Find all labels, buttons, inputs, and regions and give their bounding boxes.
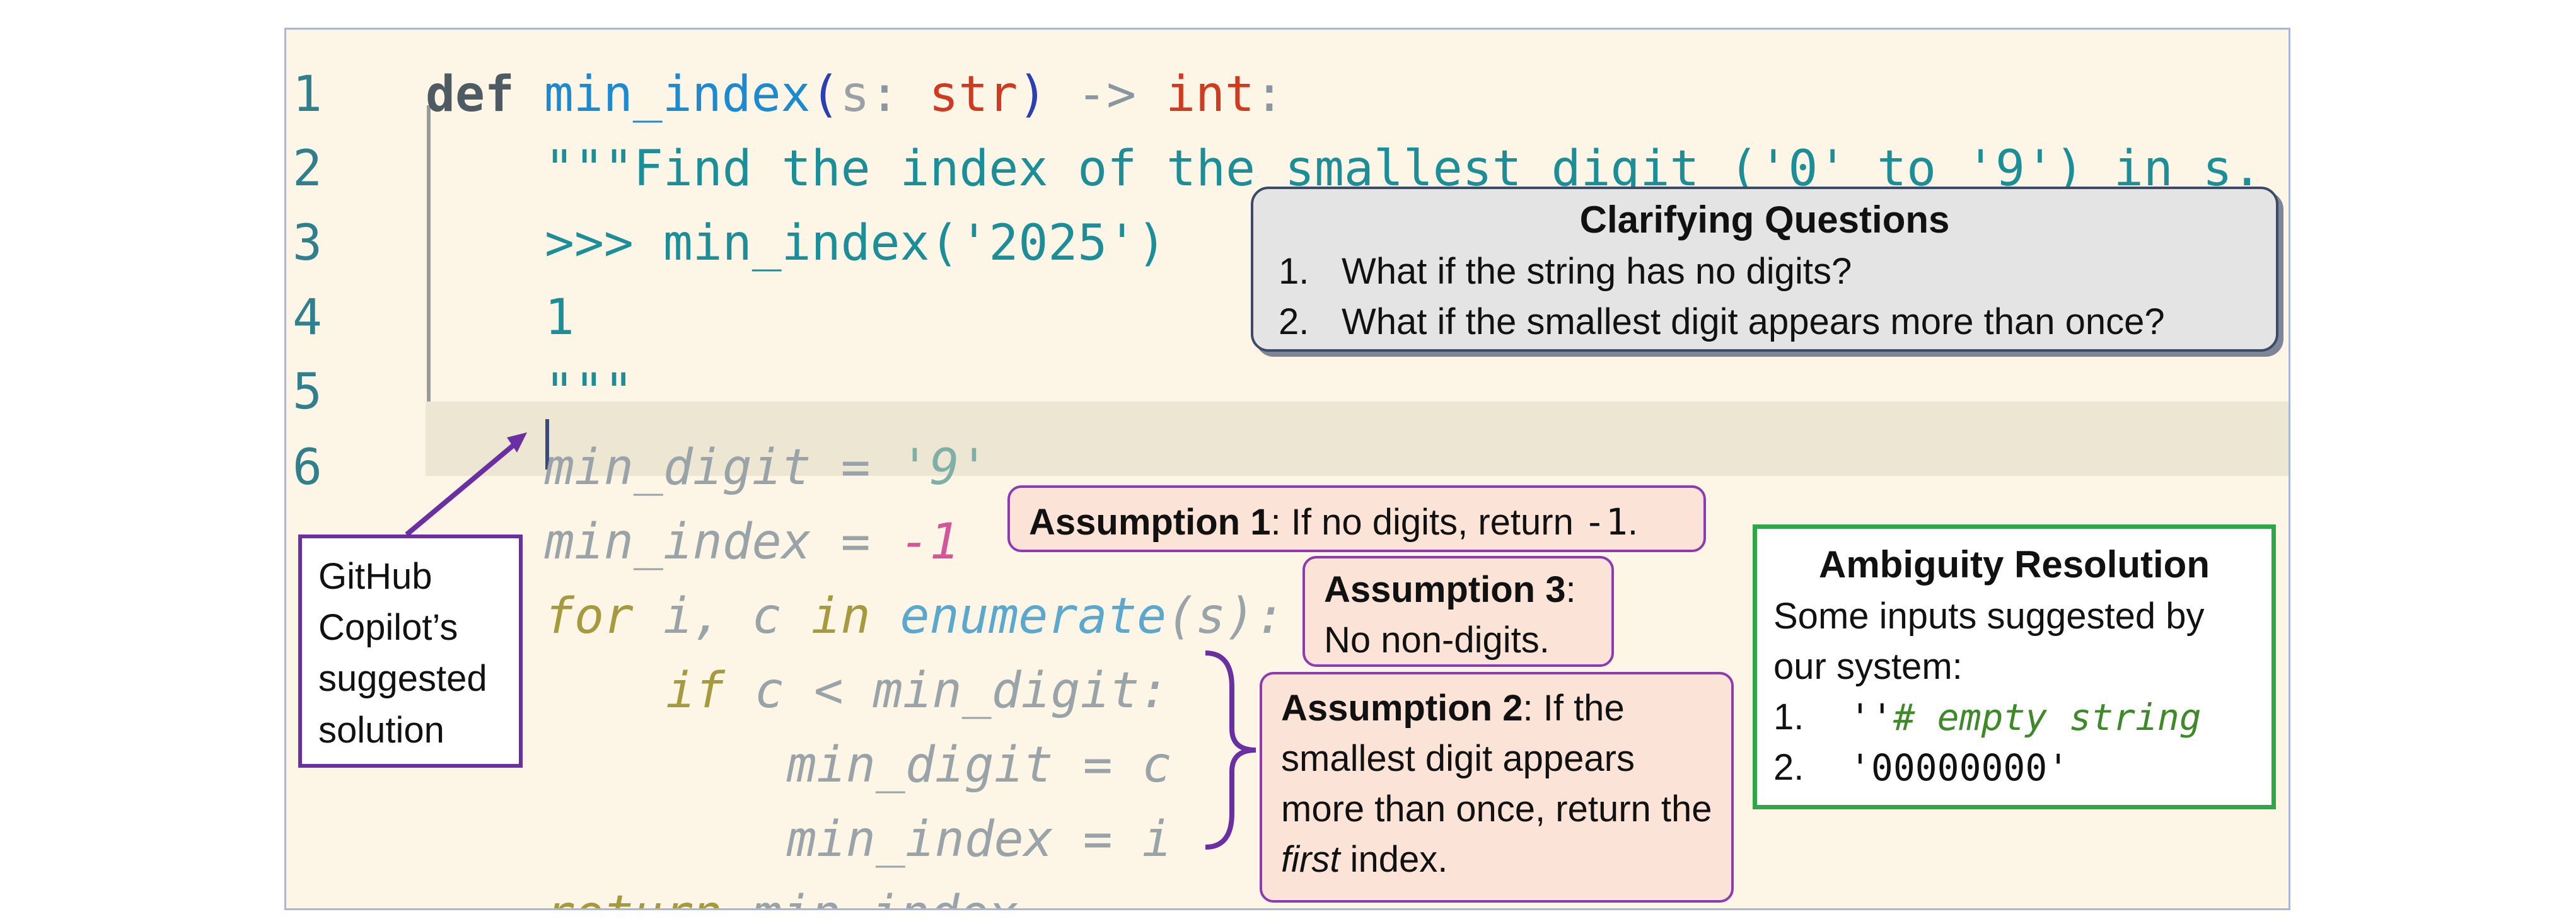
suggested-input: 2. '00000000' bbox=[1773, 746, 2070, 789]
suggested-input: 1. '' # empty string bbox=[1773, 695, 2202, 739]
assumption2-brace bbox=[1205, 650, 1256, 850]
clarifying-question: 1. What if the string has no digits? bbox=[1279, 250, 1852, 292]
copilot-arrow bbox=[405, 439, 520, 537]
assumption-2-box: Assumption 2: If the smallest digit appe… bbox=[1260, 672, 1734, 903]
clarifying-question: 2. What if the smallest digit appears mor… bbox=[1279, 301, 2165, 342]
clarifying-questions-title: Clarifying Questions bbox=[1579, 199, 1950, 241]
ambiguity-resolution-title: Ambiguity Resolution bbox=[1819, 543, 2210, 586]
assumption-1-box: Assumption 1: If no digits, return -1. bbox=[1007, 485, 1706, 552]
ambiguity-intro: Some inputs suggested by our system: bbox=[1773, 595, 2205, 687]
copilot-label-box: GitHub Copilot’s suggested solution bbox=[298, 535, 523, 768]
assumption-3-box: Assumption 3: No non-digits. bbox=[1303, 556, 1614, 667]
ambiguity-resolution-box: Ambiguity Resolution Some inputs suggest… bbox=[1753, 524, 2276, 809]
clarifying-questions-box: Clarifying Questions 1. What if the strin… bbox=[1251, 187, 2278, 352]
